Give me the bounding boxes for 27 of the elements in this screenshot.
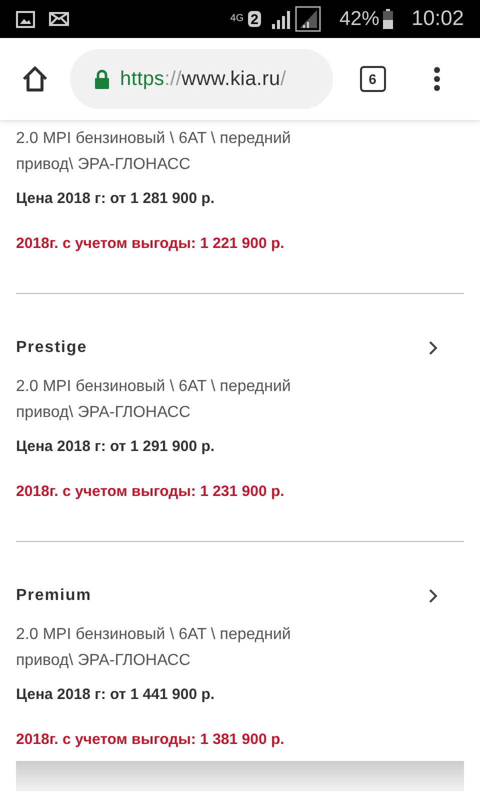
home-icon — [21, 65, 49, 93]
address-bar[interactable]: https://www.kia.ru/ — [70, 49, 333, 109]
trim-description: 2.0 MPI бензиновый \ 6AT \ передний привод\ ЭРА-ГЛОНАСС — [16, 377, 292, 423]
trim-description: 2.0 MPI бензиновый \ 6AT \ передний привод\ ЭРА-ГЛОНАСС — [16, 625, 292, 671]
trim-description: 2.0 MPI бензиновый \ 6AT \ передний привод\ ЭРА-ГЛОНАСС — [16, 129, 292, 175]
tab-switcher-button[interactable]: 6 — [360, 66, 386, 92]
discount-price-text: 2018г. с учетом выгоды: 1 221 900 р. — [16, 234, 286, 254]
mail-notification-icon — [49, 12, 69, 26]
menu-icon — [433, 66, 441, 92]
price-text: Цена 2018 г: от 1 441 900 р. — [16, 685, 216, 705]
network-type: 4G — [230, 14, 244, 24]
sim-indicator: 2 — [248, 11, 262, 27]
chevron-right-icon[interactable] — [428, 588, 438, 604]
lock-icon — [94, 69, 110, 89]
price-text: Цена 2018 г: от 1 291 900 р. — [16, 437, 216, 457]
chevron-right-icon[interactable] — [428, 340, 438, 356]
battery-percent: 42% — [339, 7, 380, 32]
discount-price-text: 2018г. с учетом выгоды: 1 231 900 р. — [16, 482, 286, 502]
trim-title[interactable]: Premium — [16, 584, 92, 608]
url-text: https://www.kia.ru/ — [120, 67, 286, 92]
clock: 10:02 — [411, 6, 464, 32]
trim-title[interactable]: Prestige — [16, 336, 88, 360]
price-text: Цена 2018 г: от 1 281 900 р. — [16, 189, 216, 209]
image-notification-icon — [16, 10, 35, 28]
signal-icon — [295, 6, 322, 32]
discount-price-text: 2018г. с учетом выгоды: 1 381 900 р. — [16, 730, 286, 750]
battery-icon — [383, 9, 394, 29]
